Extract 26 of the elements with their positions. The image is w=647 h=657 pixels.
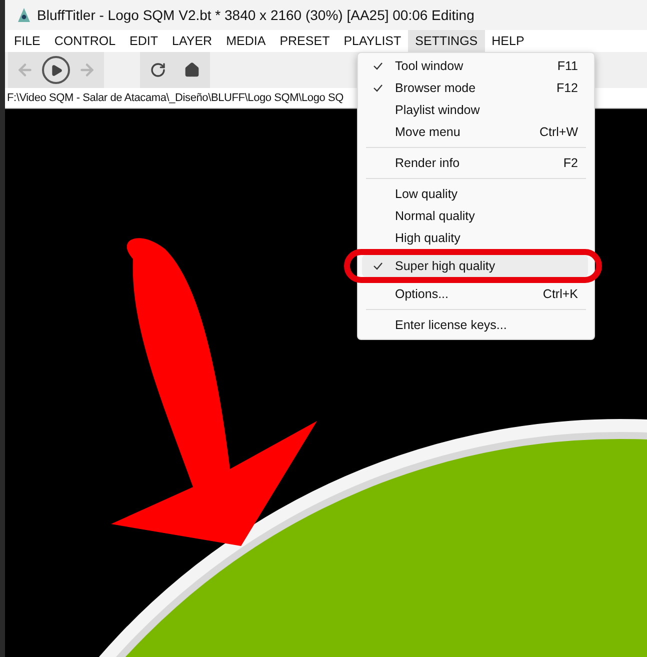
refresh-icon[interactable]	[150, 62, 166, 78]
home-icon[interactable]	[184, 62, 200, 78]
dropdown-menu-item[interactable]: Options... Ctrl+K	[362, 283, 590, 305]
menu-item[interactable]: FILE	[7, 30, 48, 52]
menu-item[interactable]: PRESET	[272, 30, 337, 52]
menu-item[interactable]: CONTROL	[47, 30, 123, 52]
dropdown-menu-item[interactable]: Playlist window	[362, 99, 590, 121]
menu-item[interactable]: MEDIA	[219, 30, 273, 52]
menu-item[interactable]: SETTINGS	[408, 30, 485, 52]
dropdown-menu-item[interactable]: Super high quality	[362, 255, 588, 277]
dropdown-menu-item[interactable]: Normal quality	[362, 205, 590, 227]
menu-item[interactable]: EDIT	[122, 30, 166, 52]
dropdown-menu-item[interactable]: Low quality	[362, 183, 590, 205]
menu-item[interactable]: HELP	[484, 30, 532, 52]
dropdown-menu-item[interactable]: Browser mode F12	[362, 77, 590, 99]
file-path: F:\Video SQM - Salar de Atacama\_Diseño\BLUFF\Logo SQM\Logo SQ	[7, 92, 344, 104]
app-logo-icon	[17, 7, 31, 23]
dropdown-menu-item[interactable]: High quality	[362, 227, 590, 249]
menu-item[interactable]: LAYER	[165, 30, 220, 52]
window-title: BluffTitler - Logo SQM V2.bt * 3840 x 2160 (30%) [AA25] 00:06 Editing	[37, 7, 474, 23]
play-button[interactable]	[42, 56, 70, 84]
dropdown-menu-item[interactable]: Enter license keys...	[362, 314, 590, 336]
dropdown-menu-item[interactable]: Move menu Ctrl+W	[362, 121, 590, 143]
dropdown-menu-item[interactable]: Render info F2	[362, 152, 590, 174]
menu-item[interactable]: PLAYLIST	[336, 30, 408, 52]
play-icon	[50, 64, 62, 76]
